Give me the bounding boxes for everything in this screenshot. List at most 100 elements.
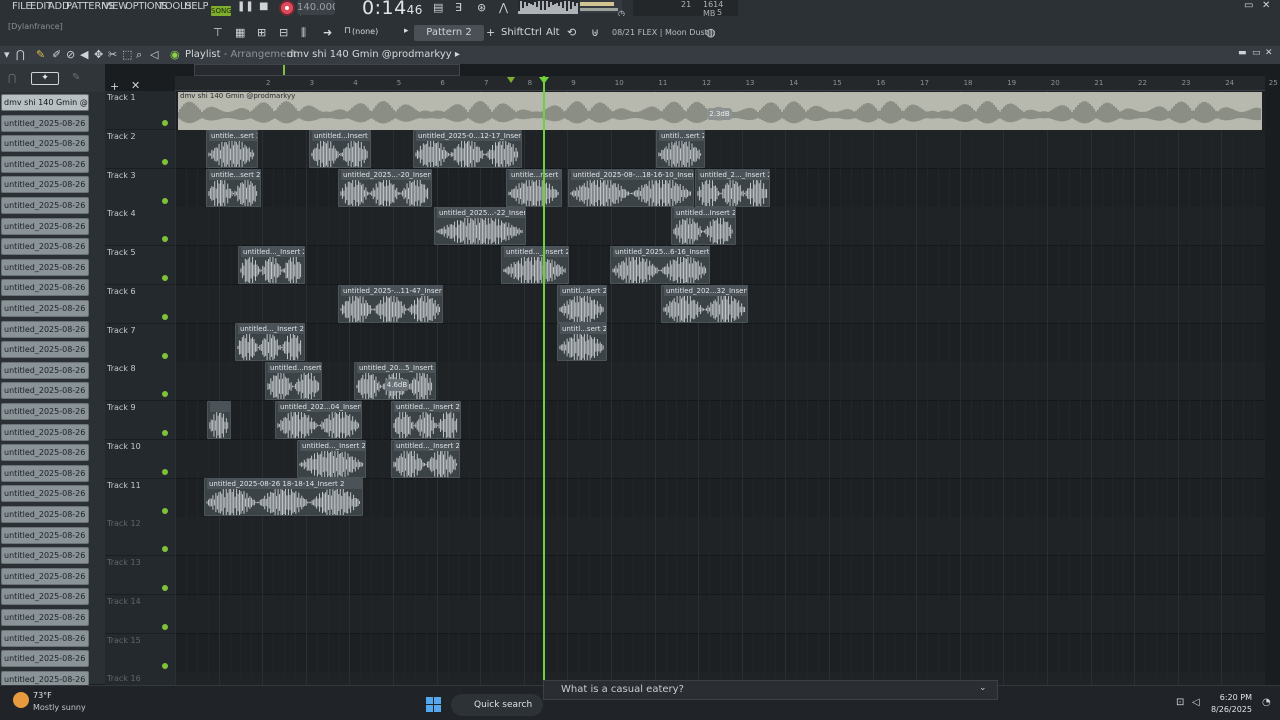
pattern-list-item[interactable]: untitled_2025-08-26 17-... <box>1 382 89 400</box>
paint-tool-icon[interactable]: ✐ <box>52 48 61 61</box>
audio-clip[interactable]: untitle...sert 2 <box>206 130 258 168</box>
track-mute-indicator[interactable] <box>162 546 168 553</box>
preset-news[interactable]: 08/21 FLEX | Moon Dust <box>612 28 708 37</box>
piano-roll-icon[interactable]: ⫼ <box>301 26 306 40</box>
play-arrow-icon[interactable]: ▸ <box>404 26 409 36</box>
shop-icon[interactable]: ⊎ <box>591 26 599 39</box>
channel-rack-icon[interactable]: ⊞ <box>257 26 266 39</box>
audio-clip[interactable]: untitled_2025-08-...18-16-10_Insert 2 <box>568 169 694 207</box>
pattern-list-item[interactable]: untitled_2025-08-26 17-... <box>1 485 89 503</box>
track-header[interactable]: Track 15 <box>105 633 175 673</box>
audio-clip[interactable]: untitled_2025-0...12-17_Insert 2 <box>413 130 522 168</box>
track-mute-indicator[interactable] <box>162 352 168 359</box>
song-mode-badge[interactable]: SONG <box>211 6 231 16</box>
track-mute-indicator[interactable] <box>162 158 168 165</box>
pattern-list-item[interactable]: untitled_2025-08-26 17-... <box>1 464 89 482</box>
pattern-list-item[interactable]: untitled_2025-08-26 17-... <box>1 114 89 132</box>
notification-bell-icon[interactable]: ◔ <box>1262 697 1271 708</box>
pause-icon[interactable]: ❚❚ <box>237 1 254 12</box>
magnet-small-icon[interactable]: ⋂ <box>8 73 16 84</box>
audio-clip[interactable]: untitle...nsert 2 <box>506 169 562 207</box>
pattern-list-item[interactable]: untitled_2025-08-26 17-... <box>1 650 89 668</box>
window-close-icon[interactable]: ✕ <box>1265 48 1273 58</box>
audio-clip[interactable]: untitled..._Insert 2 <box>501 246 569 284</box>
pattern-list-item[interactable]: untitled_2025-08-26 17-... <box>1 135 89 153</box>
window-minimize-icon[interactable]: ▬ <box>1238 48 1247 58</box>
audio-clip[interactable]: untitl...sert 2 <box>656 130 705 168</box>
audio-clip[interactable]: untitled..._Insert 2 <box>238 246 305 284</box>
track-header[interactable]: Track 5 <box>105 246 175 285</box>
pattern-list-item[interactable]: untitled_2025-08-26 17-... <box>1 526 89 544</box>
pattern-list-item[interactable]: untitled_2025-08-26 17-... <box>1 279 89 297</box>
track-mute-indicator[interactable] <box>162 507 168 514</box>
minimize-icon[interactable]: ▭ <box>1244 0 1253 11</box>
draw-tool-icon[interactable]: ✎ <box>36 48 45 61</box>
pattern-list-item[interactable]: untitled_2025-08-26 17-... <box>1 155 89 173</box>
pattern-list-item[interactable]: untitled_2025-08-26 17-... <box>1 361 89 379</box>
step-edit-icon[interactable]: ∃ <box>455 1 462 14</box>
picker-icon[interactable]: ✦ <box>31 72 59 85</box>
taskbar-search[interactable]: Quick search <box>451 694 543 716</box>
playlist-view-icon[interactable]: ▦ <box>235 26 245 39</box>
magnet-icon[interactable]: ⋂ <box>16 48 25 61</box>
network-icon[interactable]: ⊡ <box>1176 697 1184 708</box>
pattern-list-item[interactable]: untitled_2025-08-26 17-... <box>1 341 89 359</box>
audio-clip[interactable]: untitl...sert 2 <box>557 285 607 323</box>
metronome-icon[interactable]: ⋀ <box>499 1 508 14</box>
delete-tool-icon[interactable]: ⊘ <box>66 48 75 61</box>
loop-record-icon[interactable]: ⊛ <box>477 1 486 14</box>
audio-clip[interactable]: untitled...Insert 2 <box>309 130 371 168</box>
overview-scroll[interactable] <box>194 64 460 76</box>
audio-clip[interactable]: untitled..._Insert 2 <box>235 323 305 361</box>
audio-clip[interactable]: untitled_202...32_Insert 2 <box>661 285 748 323</box>
close-icon[interactable]: ✕ <box>1262 0 1270 11</box>
pattern-list-item[interactable]: untitled_2025-08-26 17-... <box>1 588 89 606</box>
pattern-list-item[interactable]: untitled_2025-08-26 17-... <box>1 320 89 338</box>
typing-keyboard-icon[interactable]: ▤ <box>433 1 443 14</box>
track-mute-indicator[interactable] <box>162 236 168 243</box>
playhead-marker[interactable] <box>539 77 549 84</box>
audio-clip[interactable]: untitled..._Insert 2 <box>297 440 366 478</box>
pattern-list-item[interactable]: untitled_2025-08-26 17-... <box>1 300 89 317</box>
mute-tool-icon[interactable]: ◀ <box>80 48 88 61</box>
pattern-list-item[interactable]: untitled_2025-08-26 17-... <box>1 258 89 276</box>
track-header[interactable]: Track 1 <box>105 91 175 130</box>
track-header[interactable]: Track 3 <box>105 168 175 208</box>
menu-file[interactable]: FILE <box>12 1 31 12</box>
track-header[interactable]: Track 4 <box>105 207 175 247</box>
menu-help[interactable]: HELP <box>184 1 208 12</box>
track-mute-indicator[interactable] <box>162 623 168 630</box>
audio-clip[interactable]: untitled..._Insert 2 <box>391 401 461 439</box>
audio-clip[interactable]: untitled_2..._Insert 2 <box>695 169 770 207</box>
audio-clip[interactable]: untitl...sert 2 <box>557 323 607 361</box>
audio-clip[interactable]: untitled...nsert 2 <box>265 362 322 400</box>
track-mute-indicator[interactable] <box>162 313 168 320</box>
sync-icon[interactable]: ⟲ <box>567 26 576 39</box>
chevron-down-icon[interactable]: ⌄ <box>979 683 987 693</box>
arrow-right-icon[interactable]: ➜ <box>323 26 332 39</box>
options-arrow-icon[interactable]: ▾ <box>4 48 10 61</box>
record-button[interactable] <box>279 0 295 16</box>
audio-clip[interactable]: untitled_2025-08-26 18-18-14_Insert 2 <box>204 478 363 516</box>
pattern-list-item[interactable]: untitled_2025-08-26 17-... <box>1 506 89 523</box>
track-header[interactable]: Track 10 <box>105 439 175 479</box>
pattern-list-item[interactable]: untitled_2025-08-26 17-... <box>1 547 89 565</box>
audio-clip[interactable]: untitled..._Insert 2 <box>391 440 460 478</box>
pattern-list-item[interactable]: untitled_2025-08-26 17-... <box>1 423 89 441</box>
add-pattern-icon[interactable]: + <box>486 26 495 39</box>
track-mute-indicator[interactable] <box>162 120 168 126</box>
audio-clip[interactable] <box>207 401 231 439</box>
loop-marker[interactable] <box>507 77 515 83</box>
track-mute-indicator[interactable] <box>162 585 168 591</box>
audio-clip[interactable]: untitled_2025...-20_Insert 2 <box>338 169 432 207</box>
zoom-tool-icon[interactable]: ⌕ <box>136 48 142 62</box>
volume-icon[interactable]: ◁ <box>1192 697 1200 708</box>
slice-tool-icon[interactable]: ✂ <box>108 48 117 61</box>
weather-temp[interactable]: 73°F <box>33 691 52 700</box>
pattern-list-item[interactable]: untitled_2025-08-26 17-... <box>1 444 89 462</box>
audio-clip[interactable]: untitle...sert 2 <box>206 169 261 207</box>
select-tool-icon[interactable]: ⬚ <box>122 48 132 61</box>
pattern-list-item[interactable]: dmv shi 140 Gmin @... <box>1 94 89 111</box>
snap-icon[interactable]: ⊤ <box>213 26 223 39</box>
pattern-list-item[interactable]: untitled_2025-08-26 17-... <box>1 403 89 420</box>
